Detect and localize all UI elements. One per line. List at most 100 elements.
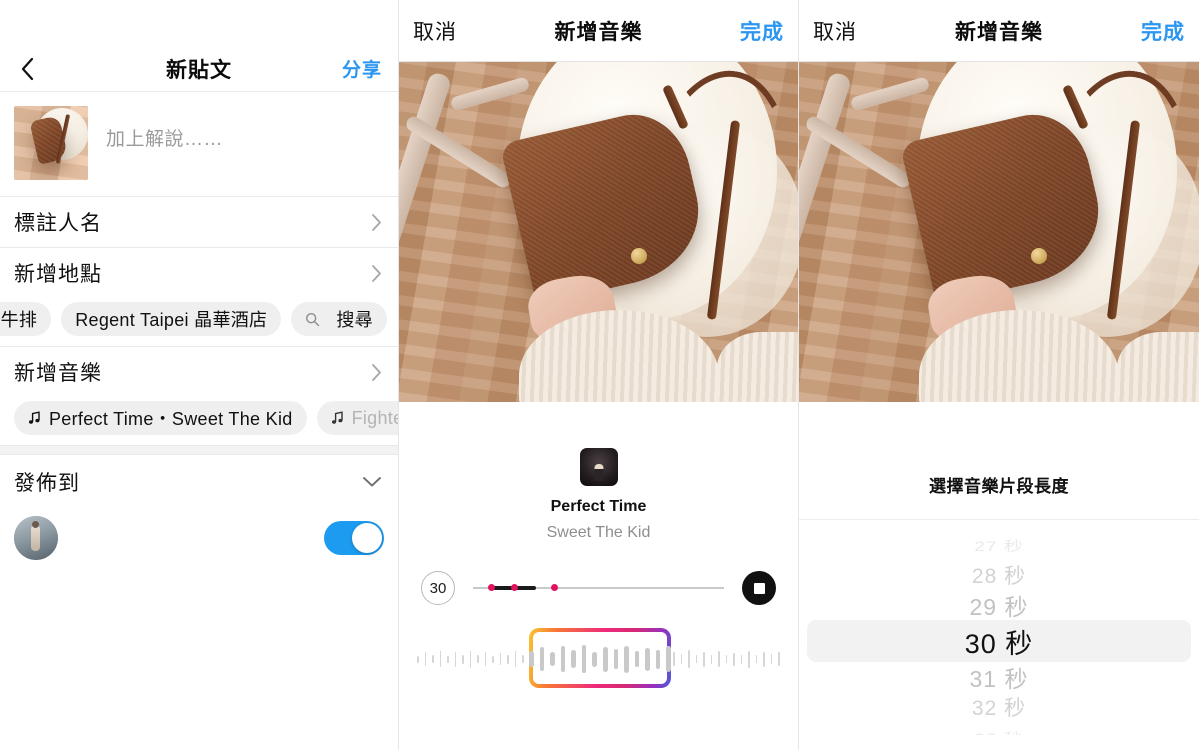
- waveform-trimmer[interactable]: [399, 622, 798, 696]
- caption-row[interactable]: 加上解說……: [0, 92, 398, 196]
- tag-people-label: 標註人名: [14, 212, 102, 235]
- stop-button-icon[interactable]: [742, 571, 776, 605]
- picker-option[interactable]: 32 秒: [799, 692, 1199, 722]
- waveform-bar: [634, 651, 640, 667]
- music-chip[interactable]: Fighter: [316, 401, 398, 435]
- publish-to-header[interactable]: 發佈到: [0, 455, 398, 509]
- share-button[interactable]: 分享: [342, 55, 382, 82]
- waveform-bar: [454, 651, 457, 667]
- waveform-bar: [733, 652, 735, 666]
- middle-navbar: 取消 新增音樂 完成: [399, 0, 798, 62]
- waveform-bar: [655, 649, 661, 669]
- track-dot-playhead[interactable]: [550, 584, 558, 591]
- picker-option-selected[interactable]: 30 秒: [807, 620, 1191, 662]
- clip-length-picker-screen: 取消 新增音樂 完成 選擇音樂片段長度 27 秒 28 秒 29 秒 30 秒 31 秒…: [799, 0, 1199, 750]
- left-navbar: 新貼文 分享: [0, 46, 398, 92]
- music-note-icon: [28, 411, 41, 425]
- add-music-trim-screen: 取消 新增音樂 完成 Perfect Time Sweet The Kid 30: [399, 0, 799, 750]
- add-music-label: 新增音樂: [14, 362, 102, 385]
- waveform-bar: [571, 650, 576, 668]
- post-photo-preview: [399, 62, 798, 402]
- post-thumbnail[interactable]: [14, 106, 88, 180]
- waveform-bar: [603, 646, 608, 672]
- sidebar-item-add-location[interactable]: 新增地點: [0, 248, 398, 298]
- waveform-bar: [725, 655, 728, 663]
- track-dot-mid[interactable]: [510, 584, 518, 591]
- back-icon[interactable]: [16, 57, 38, 80]
- chevron-right-icon: [371, 264, 382, 283]
- waveform-bar: [740, 654, 743, 664]
- album-art-icon: [579, 448, 618, 486]
- picker-option[interactable]: 29 秒: [799, 590, 1199, 620]
- waveform-bar: [645, 647, 650, 671]
- waveform-bar: [748, 650, 750, 668]
- picker-title: 選擇音樂片段長度: [929, 477, 1069, 496]
- chevron-right-icon: [371, 213, 382, 232]
- picker-option[interactable]: 33 秒: [799, 726, 1199, 735]
- waveform-bar: [424, 652, 427, 666]
- right-navbar: 取消 新增音樂 完成: [799, 0, 1199, 62]
- music-chip-row[interactable]: Perfect Time・Sweet The Kid Fighter: [0, 397, 398, 445]
- search-chip-label: 搜尋: [336, 310, 373, 330]
- music-chip[interactable]: Perfect Time・Sweet The Kid: [14, 401, 307, 435]
- cancel-button[interactable]: 取消: [413, 16, 457, 46]
- divider: [799, 519, 1199, 520]
- page-title: 新增音樂: [554, 20, 643, 44]
- waveform-bar: [432, 655, 434, 663]
- waveform-selection-box[interactable]: [528, 628, 672, 688]
- waveform-bar: [688, 650, 690, 668]
- scrub-row: 30: [399, 568, 798, 608]
- waveform-bar: [522, 655, 524, 663]
- clip-length-picker[interactable]: 27 秒 28 秒29 秒30 秒31 秒32 秒 33 秒: [799, 530, 1199, 735]
- waveform-bar: [528, 651, 534, 667]
- done-button[interactable]: 完成: [1141, 16, 1185, 46]
- waveform-bar: [613, 649, 619, 669]
- picker-option[interactable]: 31 秒: [799, 662, 1199, 692]
- search-icon: [305, 312, 320, 327]
- waveform-bar: [416, 655, 419, 663]
- song-title: Perfect Time: [550, 498, 647, 515]
- location-chip-row[interactable]: 食尚牛排 Regent Taipei 晶華酒店 搜尋: [0, 298, 398, 346]
- track-dot-start[interactable]: [488, 584, 496, 591]
- sidebar-item-tag-people[interactable]: 標註人名: [0, 197, 398, 247]
- waveform-bar: [592, 651, 597, 667]
- waveform-bar: [514, 651, 517, 667]
- song-artist: Sweet The Kid: [546, 524, 651, 541]
- duration-badge[interactable]: 30: [421, 571, 455, 605]
- waveform-bar: [666, 646, 672, 672]
- waveform-bar: [492, 655, 494, 663]
- waveform-bar: [755, 655, 758, 663]
- chevron-down-icon[interactable]: [362, 476, 382, 488]
- account-row: [0, 509, 398, 567]
- done-button[interactable]: 完成: [740, 16, 784, 46]
- post-photo-preview: [799, 62, 1199, 402]
- waveform-bar: [550, 652, 555, 666]
- waveform-bar: [680, 654, 683, 664]
- location-search-chip[interactable]: 搜尋: [291, 302, 387, 336]
- waveform-bar: [624, 645, 629, 673]
- waveform-selection-bars: [528, 644, 672, 674]
- location-chip[interactable]: Regent Taipei 晶華酒店: [61, 302, 282, 336]
- publish-to-label: 發佈到: [14, 472, 80, 495]
- sidebar-item-add-music[interactable]: 新增音樂: [0, 347, 398, 397]
- cancel-button[interactable]: 取消: [813, 16, 857, 46]
- music-note-icon: [331, 411, 344, 425]
- waveform-bar: [763, 651, 765, 667]
- location-chip-label: Regent Taipei 晶華酒店: [75, 310, 268, 330]
- page-title: 新增音樂: [955, 20, 1043, 44]
- page-title: 新貼文: [166, 58, 232, 82]
- avatar[interactable]: [14, 516, 58, 560]
- picker-option[interactable]: 27 秒: [799, 534, 1199, 556]
- picker-option[interactable]: 28 秒: [799, 560, 1199, 590]
- publish-toggle[interactable]: [324, 521, 384, 555]
- waveform-bar: [447, 655, 449, 663]
- bag-stud: [1031, 248, 1047, 264]
- progress-track[interactable]: [473, 571, 724, 605]
- caption-input[interactable]: 加上解說……: [106, 106, 223, 151]
- music-chip-label: Fighter: [351, 407, 398, 428]
- three-panel-screenshot: 新貼文 分享 加上解說…… 標註人名 新增地點 牛排 Regent Taipei…: [0, 0, 1200, 750]
- waveform-bar: [499, 653, 502, 665]
- location-chip[interactable]: 食尚牛排: [0, 302, 52, 336]
- section-gap: [0, 446, 398, 454]
- waveform-bar: [469, 650, 472, 668]
